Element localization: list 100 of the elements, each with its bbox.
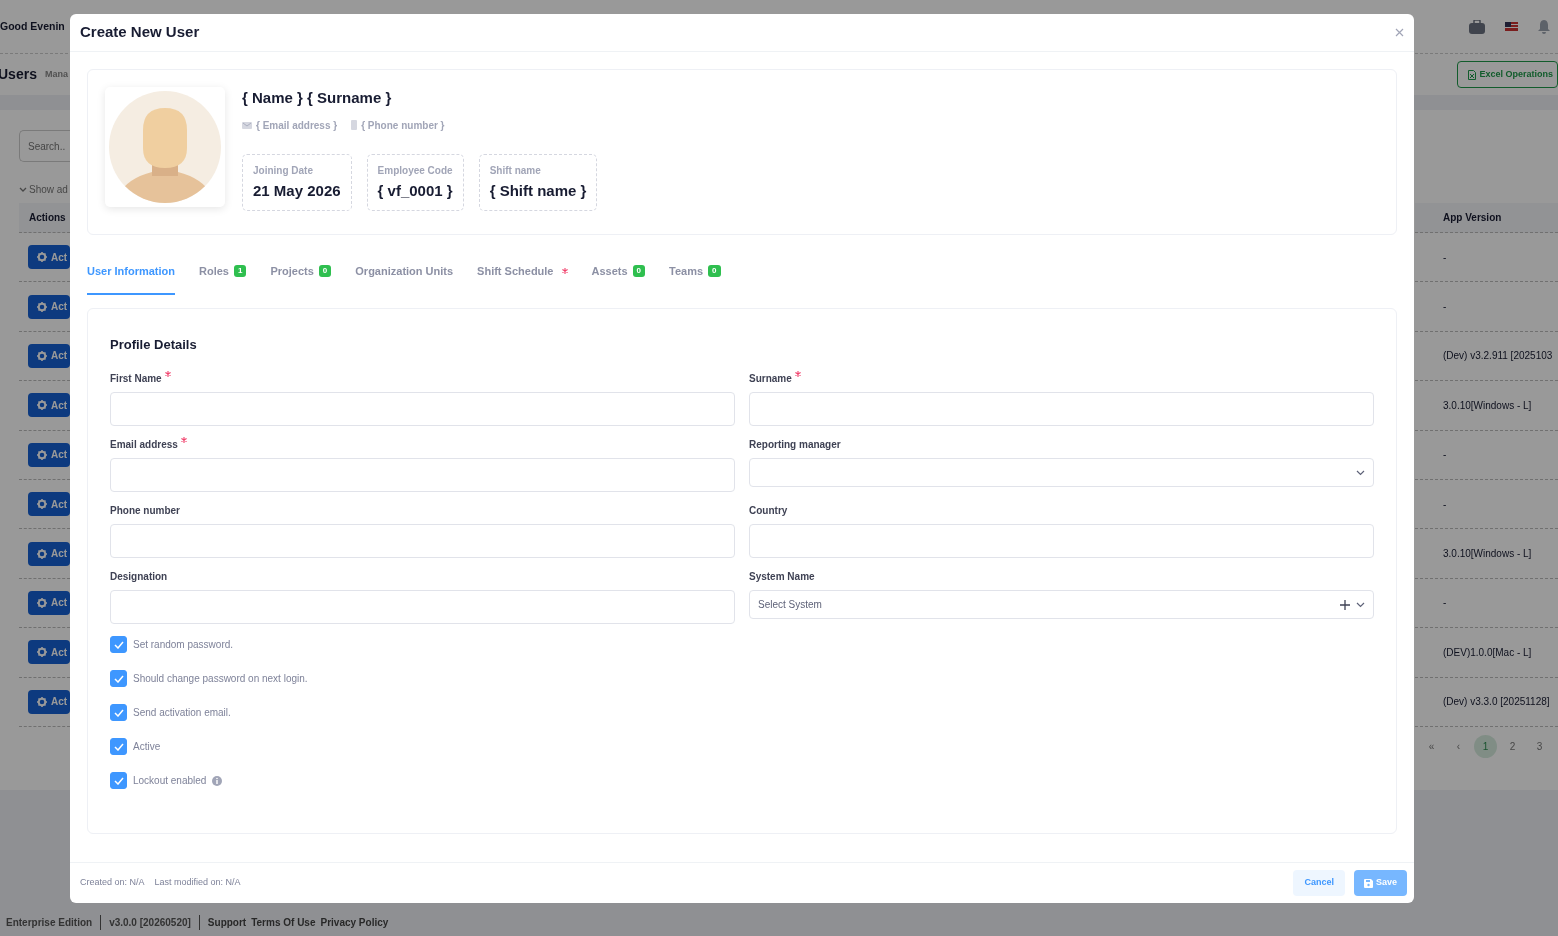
input-field[interactable] bbox=[110, 458, 735, 492]
table-cell-text: - bbox=[1443, 596, 1447, 611]
footer-link[interactable]: Support bbox=[207, 915, 247, 930]
greeting-text: Good Evenin bbox=[0, 18, 65, 34]
column-header: App Version bbox=[1443, 211, 1502, 225]
stat-value: 21 May 2026 bbox=[253, 180, 341, 201]
table-cell-text: - bbox=[1443, 448, 1447, 463]
input-field[interactable] bbox=[749, 392, 1374, 426]
select-field[interactable]: Select System bbox=[749, 590, 1374, 619]
briefcase-icon[interactable] bbox=[1469, 19, 1485, 34]
tab[interactable]: User Information bbox=[87, 263, 175, 295]
input-field[interactable] bbox=[110, 392, 735, 426]
plus-icon[interactable] bbox=[1340, 599, 1350, 610]
checkbox-label: Send activation email. bbox=[133, 706, 231, 720]
tab[interactable]: Projects 0 bbox=[270, 263, 332, 295]
tab[interactable]: Assets 0 bbox=[591, 263, 646, 295]
stat-label: Employee Code bbox=[377, 163, 453, 178]
checkbox[interactable] bbox=[110, 772, 127, 789]
footer-link[interactable]: Privacy Policy bbox=[320, 915, 389, 930]
action-button[interactable]: Act bbox=[28, 294, 70, 319]
phone-icon bbox=[351, 120, 358, 130]
bell-icon[interactable] bbox=[1538, 19, 1550, 34]
input-field[interactable] bbox=[749, 524, 1374, 558]
action-button[interactable]: Act bbox=[28, 640, 70, 665]
column-header: Actions bbox=[29, 211, 66, 225]
gear-icon bbox=[37, 350, 47, 361]
gear-icon bbox=[37, 252, 47, 263]
field-label: System Name bbox=[749, 570, 816, 584]
tab[interactable]: Organization Units bbox=[355, 263, 454, 295]
checkbox-label: Set random password. bbox=[133, 638, 234, 652]
chevron-icon bbox=[1356, 469, 1365, 476]
edition-text: Enterprise Edition bbox=[6, 916, 93, 930]
field-label: Reporting manager bbox=[749, 438, 842, 452]
input-field[interactable] bbox=[110, 590, 735, 624]
check-icon bbox=[113, 742, 124, 751]
checkbox[interactable] bbox=[110, 670, 127, 687]
excel-operations-button[interactable]: Excel Operations bbox=[1457, 61, 1558, 88]
page-subtitle: Mana bbox=[44, 67, 68, 81]
page-button[interactable]: 2 bbox=[1501, 734, 1524, 758]
action-button[interactable]: Act bbox=[28, 541, 70, 566]
action-button[interactable]: Act bbox=[28, 689, 70, 714]
action-button[interactable]: Act bbox=[28, 343, 70, 368]
tab[interactable]: Shift Schedule bbox=[477, 263, 568, 295]
footer-link[interactable]: Terms Of Use bbox=[251, 915, 316, 930]
action-button[interactable]: Act bbox=[28, 442, 70, 467]
gear-icon bbox=[37, 647, 47, 658]
email-text: { Email address } bbox=[256, 118, 338, 133]
check-icon bbox=[113, 674, 124, 683]
gear-icon bbox=[37, 400, 47, 411]
action-button[interactable]: Act bbox=[28, 245, 70, 270]
check-icon bbox=[113, 708, 124, 717]
chevron-icon bbox=[1356, 601, 1365, 608]
user-name: { Name } { Surname } bbox=[242, 88, 393, 108]
table-cell-text: 3.0.10[Windows - L] bbox=[1443, 398, 1532, 413]
flag-icon[interactable] bbox=[1505, 22, 1518, 31]
checkbox[interactable] bbox=[110, 738, 127, 755]
count-badge: 0 bbox=[708, 265, 721, 278]
page-button[interactable]: « bbox=[1420, 734, 1443, 758]
info-icon[interactable] bbox=[212, 775, 223, 786]
page-button[interactable]: 1 bbox=[1474, 734, 1497, 758]
gear-icon bbox=[37, 499, 47, 510]
last-modified-text: Last modified on: N/A bbox=[154, 876, 241, 890]
field-label: Country bbox=[749, 504, 789, 518]
tab[interactable]: Teams 0 bbox=[669, 263, 721, 295]
page-button[interactable]: ‹ bbox=[1447, 734, 1470, 758]
gear-icon bbox=[37, 597, 47, 608]
gear-icon bbox=[37, 548, 47, 559]
version-text: v3.0.0 [20260520] bbox=[109, 916, 191, 930]
select-field[interactable] bbox=[749, 458, 1374, 487]
stat-value: { vf_0001 } bbox=[377, 180, 453, 201]
field-label: Email address bbox=[110, 437, 735, 452]
field-label: Surname bbox=[749, 371, 1374, 386]
table-cell-text: - bbox=[1443, 300, 1447, 315]
field-label: First Name bbox=[110, 371, 735, 386]
page-button[interactable]: 3 bbox=[1528, 734, 1551, 758]
action-button[interactable]: Act bbox=[28, 393, 70, 418]
checkbox[interactable] bbox=[110, 636, 127, 653]
tab[interactable]: Roles 1 bbox=[199, 263, 247, 295]
gear-icon bbox=[37, 449, 47, 460]
action-button[interactable]: Act bbox=[28, 492, 70, 517]
checkbox-label: Should change password on next login. bbox=[133, 672, 308, 686]
created-on-text: Created on: N/A bbox=[80, 876, 145, 890]
table-cell-text: - bbox=[1443, 250, 1447, 265]
check-icon bbox=[113, 640, 124, 649]
close-icon[interactable] bbox=[1395, 28, 1404, 37]
count-badge: 1 bbox=[234, 265, 247, 278]
search-field[interactable]: Search.. bbox=[19, 130, 70, 162]
stat-label: Shift name bbox=[489, 163, 542, 178]
action-button[interactable]: Act bbox=[28, 590, 70, 615]
cancel-button[interactable]: Cancel bbox=[1293, 870, 1345, 896]
table-cell-text: - bbox=[1443, 497, 1447, 512]
input-field[interactable] bbox=[110, 524, 735, 558]
chevron-icon bbox=[19, 186, 27, 193]
save-icon bbox=[1363, 878, 1373, 888]
table-cell-text: (DEV)1.0.0[Mac - L] bbox=[1443, 645, 1532, 660]
show-advanced-link[interactable]: Show ad bbox=[29, 182, 68, 197]
check-icon bbox=[113, 776, 124, 785]
checkbox[interactable] bbox=[110, 704, 127, 721]
field-label: Designation bbox=[110, 570, 169, 584]
checkbox-label: Lockout enabled bbox=[133, 774, 207, 788]
